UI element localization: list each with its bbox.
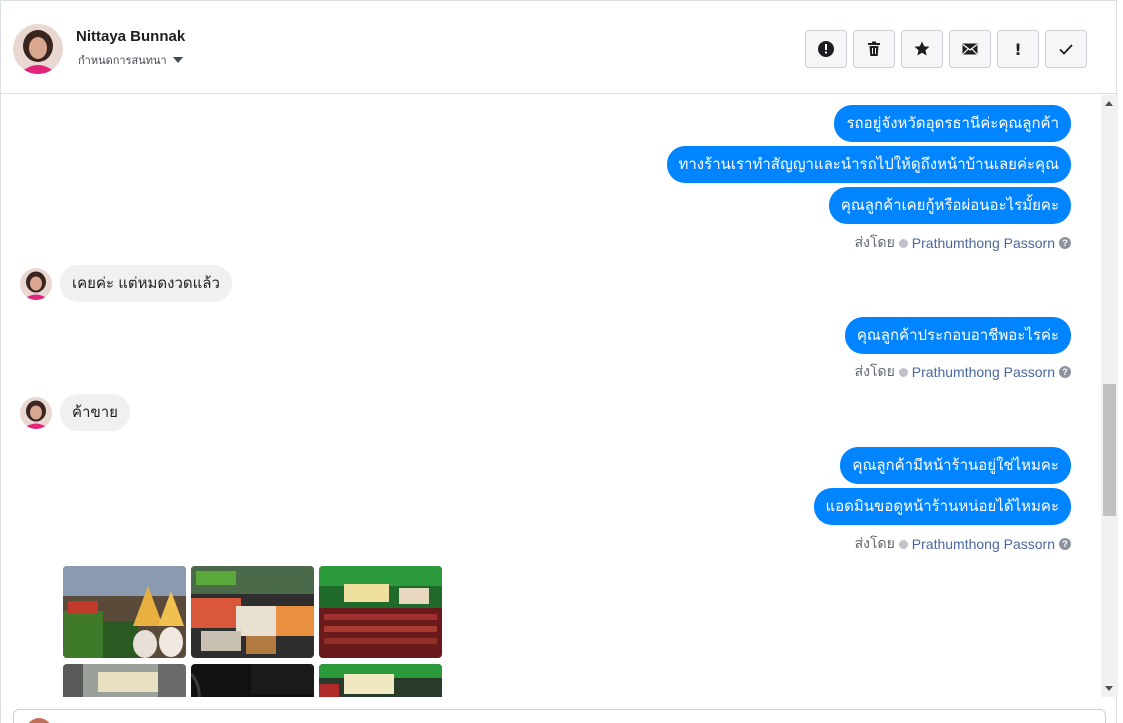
scroll-down-arrow-icon[interactable]: [1105, 686, 1113, 691]
help-icon[interactable]: ?: [1059, 366, 1071, 378]
contact-name[interactable]: Nittaya Bunnak: [76, 28, 185, 45]
agent-name-link[interactable]: Prathumthong Passorn: [912, 235, 1055, 251]
caret-down-icon: [172, 57, 183, 63]
sent-by-line: ส่งโดย Prathumthong Passorn ?: [855, 232, 1071, 254]
trash-icon: [868, 41, 880, 56]
incoming-message-row: เคยค่ะ แต่หมดงวดแล้ว: [20, 265, 232, 302]
contact-avatar-small[interactable]: [20, 267, 52, 300]
attachment-photo[interactable]: [319, 566, 442, 658]
sent-by-label: ส่งโดย: [854, 535, 895, 551]
help-icon[interactable]: ?: [1059, 538, 1071, 550]
attachment-photo[interactable]: [63, 566, 186, 658]
help-icon[interactable]: ?: [1059, 237, 1071, 249]
star-icon: [914, 41, 930, 56]
scrollbar-thumb[interactable]: [1103, 384, 1116, 516]
envelope-icon: [962, 43, 978, 55]
agent-status-icon: [898, 539, 908, 549]
outgoing-message[interactable]: คุณลูกค้าเคยกู้หรือผ่อนอะไรมั้ยคะ: [828, 187, 1071, 224]
attachment-photo[interactable]: [191, 566, 314, 658]
sent-by-line: ส่งโดย Prathumthong Passorn ?: [855, 361, 1071, 383]
check-icon: [1059, 44, 1073, 55]
attachment-photo[interactable]: [191, 664, 314, 697]
conversation-actions: !: [805, 30, 1087, 68]
scroll-up-arrow-icon[interactable]: [1105, 101, 1113, 106]
conversation-header: Nittaya Bunnak กำหนดการสนทนา !: [1, 5, 1118, 94]
follow-up-button[interactable]: !: [997, 30, 1039, 68]
reply-composer[interactable]: [13, 709, 1106, 723]
mark-unread-button[interactable]: [949, 30, 991, 68]
star-button[interactable]: [901, 30, 943, 68]
delete-button[interactable]: [853, 30, 895, 68]
sent-by-label: ส่งโดย: [854, 363, 895, 379]
thread-scrollbar[interactable]: [1101, 95, 1118, 697]
inbox-conversation-panel: Nittaya Bunnak กำหนดการสนทนา ! รถอยู่จัง…: [0, 0, 1118, 723]
sent-by-label: ส่งโดย: [854, 234, 895, 250]
outgoing-message[interactable]: ทางร้านเราทำสัญญาและนำรถไปให้ดูถึงหน้าบ้…: [666, 146, 1071, 183]
page-avatar: [26, 718, 52, 723]
attachment-photo[interactable]: [63, 664, 186, 697]
agent-status-icon: [898, 238, 908, 248]
incoming-message-row: ค้าขาย: [20, 394, 130, 431]
sent-by-line: ส่งโดย Prathumthong Passorn ?: [855, 533, 1071, 555]
agent-status-icon: [898, 367, 908, 377]
contact-avatar[interactable]: [13, 24, 63, 74]
spam-button[interactable]: [805, 30, 847, 68]
message-thread[interactable]: รถอยู่จังหวัดอุดรธานีค่ะคุณลูกค้า ทางร้า…: [1, 95, 1101, 697]
outgoing-message[interactable]: แอดมินขอดูหน้าร้านหน่อยได้ไหมคะ: [813, 488, 1071, 525]
alert-circle-icon: [818, 41, 834, 57]
exclamation-icon: !: [1014, 39, 1022, 59]
contact-avatar-small[interactable]: [20, 396, 52, 429]
incoming-message[interactable]: เคยค่ะ แต่หมดงวดแล้ว: [60, 265, 232, 302]
agent-name-link[interactable]: Prathumthong Passorn: [912, 536, 1055, 552]
attachment-photo[interactable]: [319, 664, 442, 697]
outgoing-message[interactable]: คุณลูกค้าประกอบอาชีพอะไรค่ะ: [844, 317, 1071, 354]
incoming-message[interactable]: ค้าขาย: [60, 394, 130, 431]
assign-conversation-dropdown[interactable]: กำหนดการสนทนา: [78, 51, 183, 69]
outgoing-message[interactable]: คุณลูกค้ามีหน้าร้านอยู่ใช่ไหมคะ: [840, 447, 1071, 484]
outgoing-message[interactable]: รถอยู่จังหวัดอุดรธานีค่ะคุณลูกค้า: [834, 105, 1071, 142]
assign-conversation-label: กำหนดการสนทนา: [78, 55, 167, 67]
agent-name-link[interactable]: Prathumthong Passorn: [912, 364, 1055, 380]
mark-done-button[interactable]: [1045, 30, 1087, 68]
